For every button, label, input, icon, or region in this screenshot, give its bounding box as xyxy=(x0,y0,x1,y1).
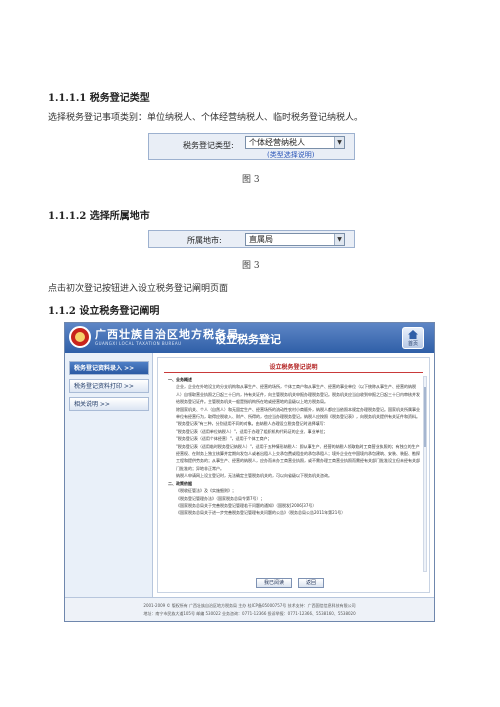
doc-section-heading: 一、业务概述 xyxy=(168,377,192,382)
doc-paragraph: "税务登记表（适用单位纳税人）"，适用于办理了组织机构代码证的企业、事业单位； xyxy=(176,428,328,434)
home-icon xyxy=(408,330,418,339)
home-label: 首页 xyxy=(407,341,418,347)
doc-paragraph: 《税务登记管理办法》（国家税务总局令第7号）； xyxy=(176,495,265,501)
figure-caption: 图 3 xyxy=(242,261,260,271)
paragraph-registration-types: 选择税务登记事项类别：单位纳税人、个体经营纳税人、临时税务登记纳税人。 xyxy=(48,113,364,123)
sidebar-item-related-info[interactable]: 相关说明 >> xyxy=(69,397,149,411)
heading-tax-registration-type: 1.1.1.1 税务登记类型 xyxy=(48,93,150,104)
read-confirm-button[interactable]: 我已阅读 xyxy=(256,578,292,588)
doc-paragraph: 《国家税务总局关于进一步完善税务登记管理有关问题的公告》（税务总局公告2011年… xyxy=(176,510,346,516)
chevron-down-icon: ▼ xyxy=(334,234,344,245)
doc-body[interactable]: 一、业务概述企业，企业在外地设立的分支机构和从事生产、经营的场所，个体工商户和从… xyxy=(168,376,420,572)
brand-english: GUANGXI LOCAL TAXATION BUREAU xyxy=(95,341,182,346)
city-select[interactable]: 直属局 ▼ xyxy=(245,233,345,246)
emblem-icon xyxy=(69,326,91,348)
city-form: 所属地市: 直属局 ▼ xyxy=(148,230,355,248)
scrollbar-thumb[interactable] xyxy=(424,387,426,447)
app-footer: 2001-2009 © 版权所有 广西壮族自治区地方税务局 主办 桂ICP备05… xyxy=(65,597,434,621)
sidebar-item-data-entry[interactable]: 税务登记资料录入 >> xyxy=(69,361,149,375)
chevron-down-icon: ▼ xyxy=(334,137,344,148)
doc-title: 设立税务登记说明 xyxy=(269,364,318,371)
doc-paragraph: "税务登记表（适用个体经营）"，适用于个体工商户； xyxy=(176,436,272,442)
doc-paragraph: "税务登记表（适用临时税务登记纳税人）"，适用于五种情形纳税人：即从事生产、经营… xyxy=(176,443,420,471)
sidebar: 税务登记资料录入 >> 税务登记资料打印 >> 相关说明 >> xyxy=(65,353,153,597)
doc-paragraph: 纳税人申请网上设立登记时，无法确定主管税务机关的，可以向省级以下税务机关咨询。 xyxy=(176,473,332,479)
doc-paragraph: 《税收征管法》及《实施细则》； xyxy=(176,488,236,494)
doc-paragraph: 《国家税务总局关于完善税务登记管理若干问题的通知》（国税发[2006]37号） xyxy=(176,502,317,508)
app-banner: 广西壮族自治区地方税务局 GUANGXI LOCAL TAXATION BURE… xyxy=(65,323,434,353)
doc-paragraph: 企业，企业在外地设立的分支机构和从事生产、经营的场所，个体工商户和从事生产、经营… xyxy=(176,384,420,405)
tax-type-label: 税务登记类型: xyxy=(183,141,234,150)
home-button[interactable]: 首页 xyxy=(402,327,424,349)
heading-select-city: 1.1.1.2 选择所属地市 xyxy=(48,211,150,222)
doc-scrollbar[interactable] xyxy=(423,376,427,572)
figure-caption: 图 3 xyxy=(242,175,260,185)
city-label: 所属地市: xyxy=(187,236,222,245)
city-value: 直属局 xyxy=(249,235,273,244)
explanation-panel: 设立税务登记说明 一、业务概述企业，企业在外地设立的分支机构和从事生产、经营的场… xyxy=(157,357,430,593)
heading-registration-explanation: 1.1.2 设立税务登记阐明 xyxy=(48,306,160,317)
type-explanation-link[interactable]: (类型选择说明) xyxy=(267,150,314,160)
system-title: 设立税务登记 xyxy=(215,333,281,346)
doc-section-heading: 二、政策依据 xyxy=(168,480,192,486)
tax-type-form: 税务登记类型: 个体经营纳税人 ▼ (类型选择说明) xyxy=(148,133,355,160)
tax-type-select[interactable]: 个体经营纳税人 ▼ xyxy=(245,136,345,149)
app-screenshot: 广西壮族自治区地方税务局 GUANGXI LOCAL TAXATION BURE… xyxy=(64,322,435,622)
sidebar-item-data-print[interactable]: 税务登记资料打印 >> xyxy=(69,379,149,393)
footer-line-2: 地址：南宁市民族大道105号 邮编 530022 业务咨询：0771-12366… xyxy=(143,611,356,616)
footer-line-1: 2001-2009 © 版权所有 广西壮族自治区地方税务局 主办 桂ICP备05… xyxy=(143,603,356,608)
back-button[interactable]: 返回 xyxy=(298,578,324,588)
title-divider xyxy=(164,372,423,373)
doc-paragraph: "税务登记表"有三种，分别适用不同的对象。由纳税人办理设立税务登记时选择填写： xyxy=(176,421,328,427)
tax-type-value: 个体经营纳税人 xyxy=(249,138,305,147)
instruction-text: 点击初次登记按钮进入设立税务登记阐明页面 xyxy=(48,284,229,294)
doc-paragraph: 除国家机关、个人（自然人）和无固定生产、经营场所的流动性农村小商贩外，纳税人都应… xyxy=(176,406,420,420)
